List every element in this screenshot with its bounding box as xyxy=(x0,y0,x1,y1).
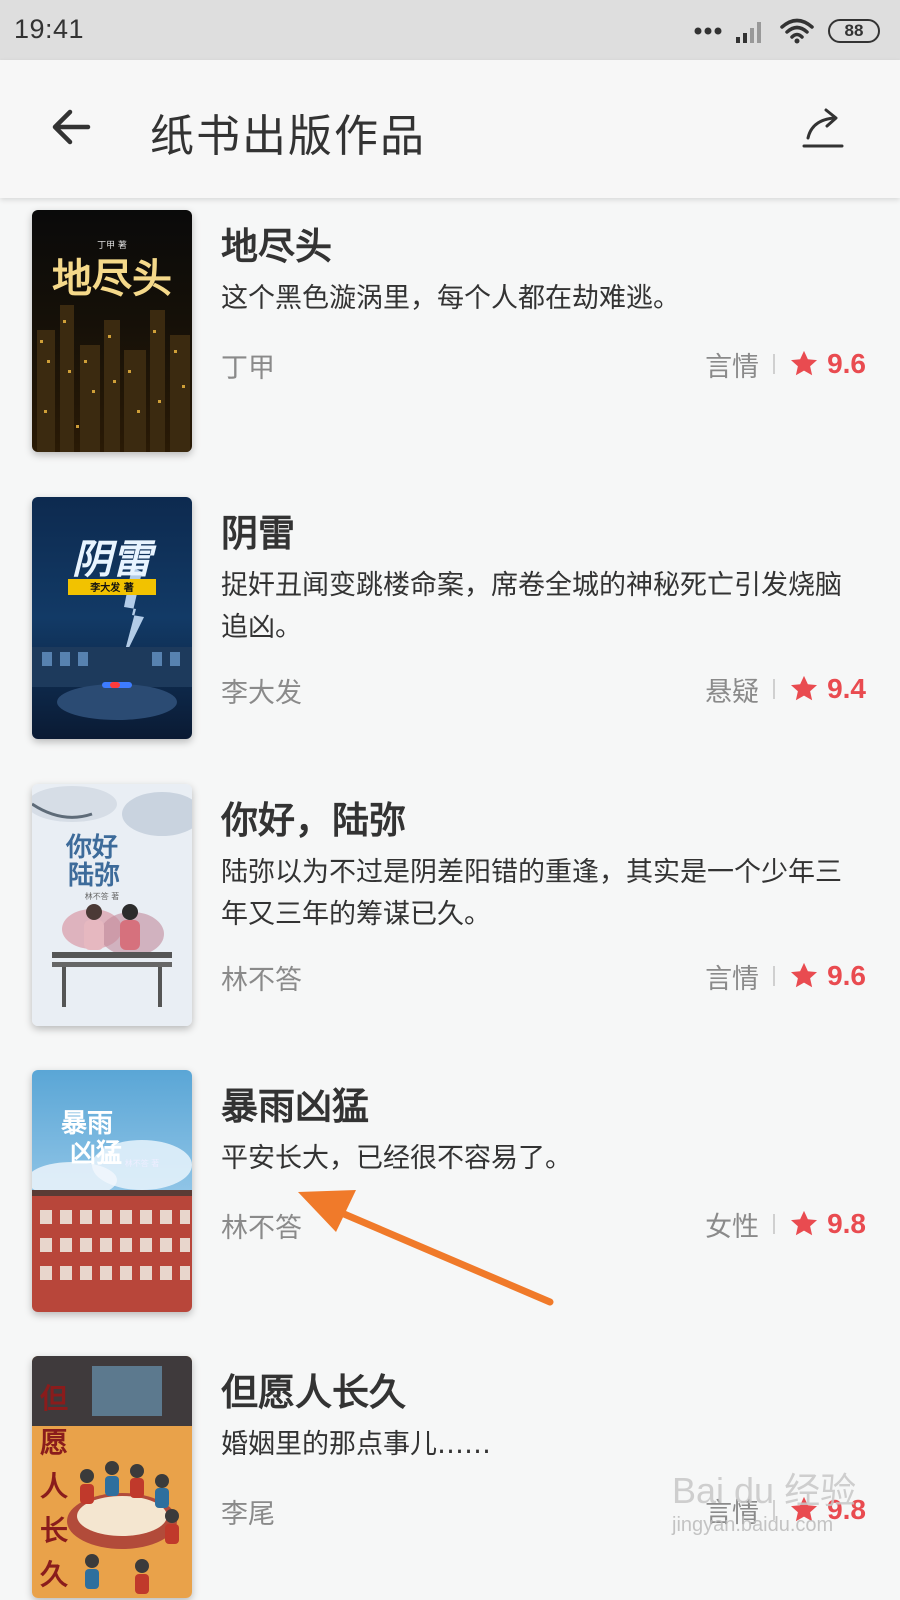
divider xyxy=(773,679,776,699)
svg-text:久: 久 xyxy=(40,1558,68,1591)
book-author: 林不答 xyxy=(221,965,302,996)
book-rating: 9.8 xyxy=(827,1208,866,1239)
svg-text:但: 但 xyxy=(40,1382,68,1415)
book-description: 这个黑色漩涡里，每个人都在劫难逃。 xyxy=(221,283,680,314)
book-title: 但愿人长久 xyxy=(221,1371,406,1414)
cover-art: 但愿人长久 xyxy=(32,1356,192,1598)
book-cover[interactable]: 阴雷 李大发 著 xyxy=(32,497,192,739)
book-description: 婚姻里的那点事儿…… xyxy=(221,1429,491,1460)
cover-author-text: 丁甲 著 xyxy=(97,239,127,251)
status-bar: 19:41 88 xyxy=(0,0,900,60)
cover-author-text: 林不答 著 xyxy=(85,891,120,901)
cover-title-text: 陆弥 xyxy=(68,860,120,891)
star-icon xyxy=(791,962,818,988)
book-author: 林不答 xyxy=(221,1213,302,1244)
book-item[interactable]: 阴雷 李大发 著 阴雷 捉奸丑闻变跳楼命案，席卷全城的神秘死亡引发烧脑追凶。 李… xyxy=(0,497,900,739)
cover-title-text: 地尽头 xyxy=(52,256,172,302)
book-cover[interactable]: 但愿人长久 xyxy=(32,1356,192,1598)
share-icon[interactable] xyxy=(800,104,846,150)
star-icon xyxy=(791,350,818,376)
star-icon xyxy=(791,675,818,701)
book-rating: 9.6 xyxy=(827,960,866,991)
book-meta: 女性 9.8 xyxy=(705,1204,866,1244)
book-description: 陆弥以为不过是阴差阳错的重逢，其实是一个少年三年又三年的筹谋已久。 xyxy=(221,857,842,930)
book-title: 阴雷 xyxy=(221,512,295,555)
book-cover[interactable]: 你好 陆弥 林不答 著 xyxy=(32,784,192,1026)
book-author: 李大发 xyxy=(221,678,302,709)
cover-title-text: 你好 xyxy=(65,833,118,863)
divider xyxy=(773,966,776,986)
book-item[interactable]: 你好 陆弥 林不答 著 你好，陆弥 陆弥以为不过是阴差阳错的重逢，其实是一个少年… xyxy=(0,784,900,1026)
back-arrow-icon[interactable] xyxy=(48,104,94,150)
cover-art: 暴雨 凶猛 林不答 著 xyxy=(32,1070,192,1312)
cover-title-text: 阴雷 xyxy=(72,537,157,583)
divider xyxy=(773,354,776,374)
battery-indicator: 88 xyxy=(828,19,880,43)
svg-text:长: 长 xyxy=(40,1514,68,1547)
book-item[interactable]: 暴雨 凶猛 林不答 著 暴雨凶猛 平安长大，已经很不容易了。 林不答 女性 9.… xyxy=(0,1070,900,1312)
cover-art: 阴雷 李大发 著 xyxy=(32,497,192,739)
cover-author-text: 林不答 著 xyxy=(125,1158,160,1168)
watermark-brand: Bai du 经验 xyxy=(672,1470,857,1511)
book-meta: 言情 9.6 xyxy=(705,956,866,996)
watermark: Bai du 经验 jingyan.baidu.com xyxy=(672,1462,856,1537)
book-rating: 9.6 xyxy=(827,348,866,379)
status-time: 19:41 xyxy=(14,14,85,44)
book-description: 平安长大，已经很不容易了。 xyxy=(221,1143,572,1174)
book-rating: 9.4 xyxy=(827,673,866,704)
book-item[interactable]: 丁甲 著 地尽头 地尽头 这个黑色漩涡里，每个人都在劫难逃。 丁甲 言情 9.6 xyxy=(0,210,900,452)
cover-author-text: 李大发 著 xyxy=(89,581,133,594)
svg-text:人: 人 xyxy=(40,1470,68,1503)
page-title: 纸书出版作品 xyxy=(150,111,426,162)
book-title: 暴雨凶猛 xyxy=(221,1085,369,1128)
signal-dots-icon xyxy=(694,27,722,35)
book-cover[interactable]: 丁甲 著 地尽头 xyxy=(32,210,192,452)
book-genre: 言情 xyxy=(705,351,760,383)
book-author: 丁甲 xyxy=(221,353,275,384)
watermark-url: jingyan.baidu.com xyxy=(672,1514,834,1536)
status-icons: 88 xyxy=(694,14,880,48)
cover-art: 你好 陆弥 林不答 著 xyxy=(32,784,192,1026)
book-title: 你好，陆弥 xyxy=(221,799,406,842)
divider xyxy=(773,1214,776,1234)
book-title: 地尽头 xyxy=(221,225,332,268)
book-meta: 言情 9.6 xyxy=(705,344,866,384)
wifi-icon xyxy=(780,18,814,44)
cover-title-text: 凶猛 xyxy=(70,1139,122,1169)
book-meta: 悬疑 9.4 xyxy=(705,669,866,709)
book-list: 丁甲 著 地尽头 地尽头 这个黑色漩涡里，每个人都在劫难逃。 丁甲 言情 9.6 xyxy=(0,198,900,1600)
book-cover[interactable]: 暴雨 凶猛 林不答 著 xyxy=(32,1070,192,1312)
book-genre: 言情 xyxy=(705,963,760,995)
cover-title-text: 但愿人长久 xyxy=(40,1382,68,1591)
cover-title-text: 暴雨 xyxy=(61,1109,113,1139)
book-genre: 悬疑 xyxy=(705,676,760,708)
book-author: 李尾 xyxy=(221,1499,275,1530)
signal-strength-icon xyxy=(736,22,761,43)
book-description: 捉奸丑闻变跳楼命案，席卷全城的神秘死亡引发烧脑追凶。 xyxy=(221,570,842,643)
book-genre: 女性 xyxy=(705,1211,760,1243)
star-icon xyxy=(791,1210,818,1236)
cover-art: 丁甲 著 地尽头 xyxy=(32,210,192,452)
svg-text:愿: 愿 xyxy=(40,1426,68,1459)
app-header: 纸书出版作品 xyxy=(0,60,900,198)
